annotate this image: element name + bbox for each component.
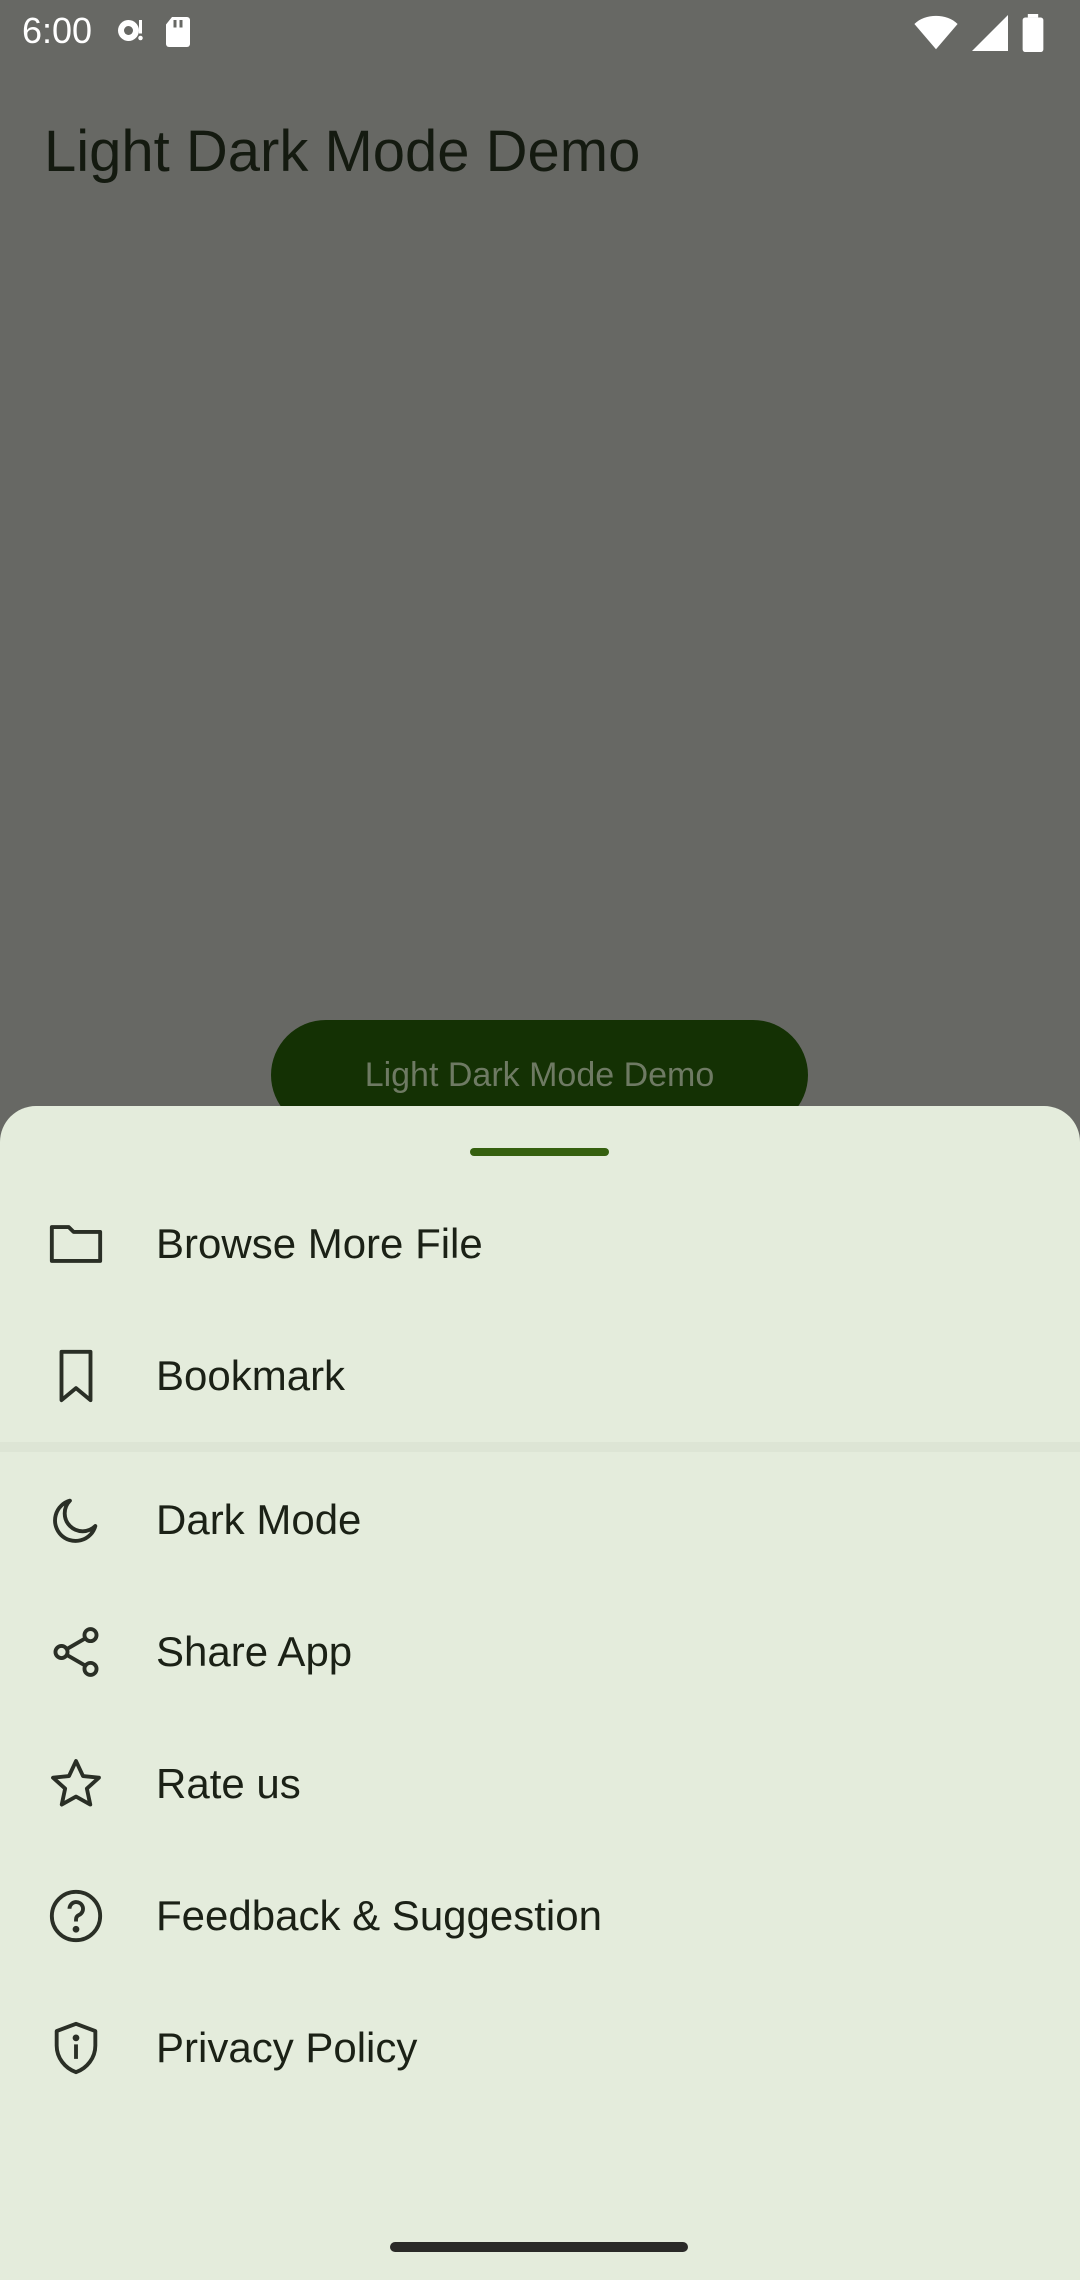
share-icon — [46, 1622, 106, 1682]
menu-item-label: Rate us — [156, 1760, 301, 1807]
wifi-icon — [914, 15, 958, 56]
status-time: 6:00 — [22, 10, 93, 51]
bottom-sheet: Browse More File Bookmark Dark Mode Shar… — [0, 1106, 1080, 2280]
menu-item-share-app[interactable]: Share App — [0, 1586, 1080, 1718]
shield-icon — [46, 2018, 106, 2078]
bookmark-icon — [46, 1346, 106, 1406]
star-icon — [46, 1754, 106, 1814]
podcast-icon — [112, 14, 148, 55]
menu-item-label: Feedback & Suggestion — [156, 1892, 602, 1939]
battery-icon — [1022, 14, 1044, 57]
status-bar: 6:00 — [0, 0, 1080, 64]
gesture-nav-handle[interactable] — [390, 2242, 688, 2252]
menu-item-feedback-suggestion[interactable]: Feedback & Suggestion — [0, 1850, 1080, 1982]
drag-handle[interactable] — [470, 1148, 609, 1156]
moon-icon — [46, 1490, 106, 1550]
app-title: Light Dark Mode Demo — [44, 119, 641, 184]
sd-card-icon — [162, 14, 194, 55]
menu-item-label: Dark Mode — [156, 1496, 362, 1543]
menu-item-privacy-policy[interactable]: Privacy Policy — [0, 1982, 1080, 2114]
menu-item-label: Browse More File — [156, 1220, 483, 1267]
menu-item-browse-more-file[interactable]: Browse More File — [0, 1178, 1080, 1310]
light-dark-mode-button-label: Light Dark Mode Demo — [364, 1055, 715, 1094]
menu-item-label: Privacy Policy — [156, 2024, 418, 2071]
menu-item-rate-us[interactable]: Rate us — [0, 1718, 1080, 1850]
menu-item-label: Share App — [156, 1628, 353, 1675]
help-icon — [46, 1886, 106, 1946]
signal-icon — [972, 15, 1008, 56]
folder-icon — [46, 1214, 106, 1274]
divider — [0, 1442, 1080, 1452]
menu-item-dark-mode[interactable]: Dark Mode — [0, 1454, 1080, 1586]
menu-item-label: Bookmark — [156, 1352, 346, 1399]
menu-item-bookmark[interactable]: Bookmark — [0, 1310, 1080, 1442]
